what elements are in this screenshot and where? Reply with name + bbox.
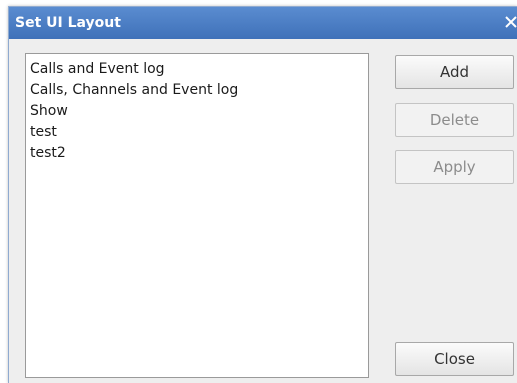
dialog-title: Set UI Layout bbox=[15, 15, 121, 31]
layout-list[interactable]: Calls and Event log Calls, Channels and … bbox=[25, 53, 369, 378]
close-icon[interactable] bbox=[502, 13, 517, 31]
list-item[interactable]: test2 bbox=[30, 143, 364, 164]
list-item[interactable]: Calls, Channels and Event log bbox=[30, 80, 364, 101]
title-bar[interactable]: Set UI Layout bbox=[9, 7, 517, 39]
list-item[interactable]: Calls and Event log bbox=[30, 59, 364, 80]
list-item[interactable]: Show bbox=[30, 101, 364, 122]
set-ui-layout-dialog: Set UI Layout Calls and Event log Calls,… bbox=[8, 6, 517, 383]
close-button[interactable]: Close bbox=[395, 342, 514, 376]
list-item[interactable]: test bbox=[30, 122, 364, 143]
delete-button[interactable]: Delete bbox=[395, 103, 514, 137]
apply-button[interactable]: Apply bbox=[395, 150, 514, 184]
add-button[interactable]: Add bbox=[395, 55, 514, 89]
